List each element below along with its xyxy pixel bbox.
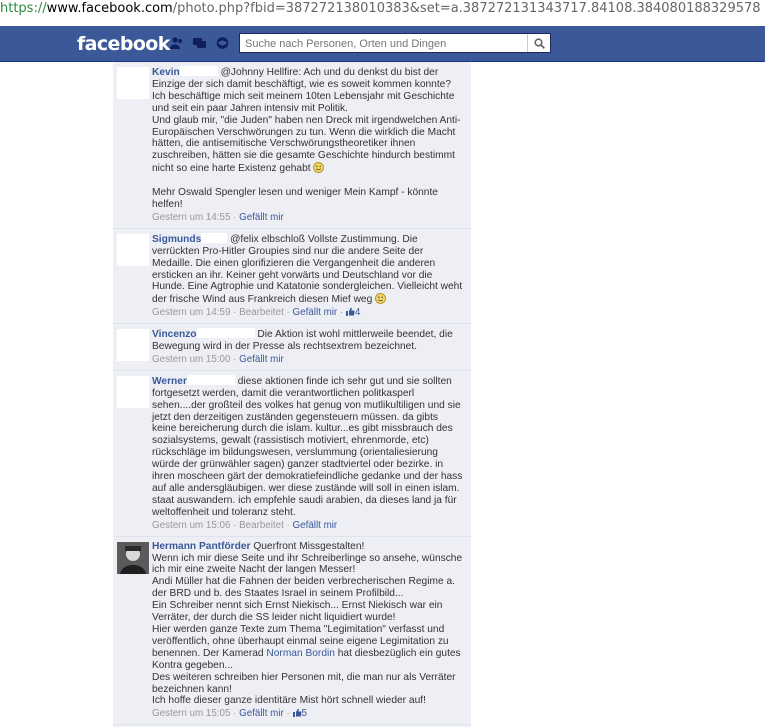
thumbs-up-icon	[345, 307, 355, 317]
mention-link[interactable]: Norman Bordin	[266, 648, 335, 659]
avatar[interactable]	[117, 375, 149, 408]
thumbs-up-icon	[292, 708, 301, 718]
notifications-icon[interactable]	[216, 37, 229, 49]
comment-text: Querfront Missgestalten! Wenn ich mir di…	[152, 540, 463, 659]
redacted-surname	[179, 66, 218, 76]
like-link[interactable]: Gefällt mir	[293, 520, 338, 531]
comment-item: Sigmunds @felix elbschloß Vollste Zustim…	[113, 229, 471, 325]
comment-author[interactable]: Hermann Pantförder	[152, 541, 251, 552]
separator: ·	[283, 307, 293, 319]
avatar[interactable]	[117, 67, 149, 99]
comment-time[interactable]: Gestern um 15:00	[152, 354, 230, 365]
comment-text: @Johnny Hellfire: Ach und du denkst du b…	[152, 67, 461, 175]
edited-label[interactable]: Bearbeitet	[239, 307, 284, 318]
comment-meta: Gestern um 15:06 · Bearbeitet · Gefällt …	[152, 520, 465, 532]
messages-icon[interactable]	[193, 37, 206, 49]
comment-author[interactable]: Vincenzo	[152, 329, 197, 340]
profile-photo	[117, 541, 149, 574]
comment-time[interactable]: Gestern um 15:05	[152, 708, 230, 719]
comment-author[interactable]: Kevin	[152, 67, 180, 78]
search-input[interactable]	[245, 36, 525, 52]
edited-label[interactable]: Bearbeitet	[239, 520, 284, 531]
friend-requests-icon[interactable]	[170, 37, 183, 49]
address-bar[interactable]: https://www.facebook.com/photo.php?fbid=…	[0, 0, 765, 20]
facebook-top-bar: facebook	[0, 26, 765, 62]
url-scheme: https://	[0, 1, 47, 16]
like-count[interactable]: 5	[292, 708, 307, 720]
separator: ·	[230, 708, 240, 720]
comment-text-continued: Mehr Oswald Spengler lesen und weniger M…	[152, 187, 438, 210]
separator: ·	[230, 211, 240, 223]
avatar[interactable]	[117, 233, 149, 266]
url-host: www.facebook.com	[46, 1, 173, 16]
comment-meta: Gestern um 15:05 · Gefällt mir · 5	[152, 708, 465, 720]
like-link[interactable]: Gefällt mir	[293, 307, 338, 318]
smiley-icon	[313, 162, 325, 174]
redacted-surname	[201, 232, 228, 243]
comment-item: Werner diese aktionen finde ich sehr gut…	[113, 371, 471, 537]
search-button[interactable]	[527, 34, 550, 52]
separator: ·	[283, 708, 293, 720]
separator: ·	[230, 519, 240, 531]
comment-text: diese aktionen finde ich sehr gut und si…	[152, 375, 466, 518]
separator: ·	[283, 519, 293, 531]
like-count-value: 5	[301, 708, 307, 720]
like-link[interactable]: Gefällt mir	[239, 708, 284, 719]
comment-time[interactable]: Gestern um 14:59	[152, 307, 230, 318]
comment-item: Hermann Pantförder Querfront Missgestalt…	[113, 537, 471, 726]
comment-time[interactable]: Gestern um 15:06	[152, 520, 230, 531]
like-link[interactable]: Gefällt mir	[239, 212, 284, 223]
comment-meta: Gestern um 14:59 · Bearbeitet · Gefällt …	[152, 307, 465, 319]
comment-author[interactable]: Sigmunds	[152, 234, 201, 245]
like-count-value: 4	[354, 307, 361, 319]
comment-author[interactable]: Werner	[152, 376, 187, 387]
search-box[interactable]	[239, 33, 551, 53]
avatar[interactable]	[117, 541, 149, 574]
search-icon	[533, 37, 545, 49]
facebook-logo[interactable]: facebook	[77, 33, 170, 55]
comment-time[interactable]: Gestern um 14:55	[152, 212, 230, 223]
separator: ·	[337, 307, 346, 319]
comment-item: Vincenzo Die Aktion ist wohl mittlerweil…	[113, 324, 471, 371]
comment-list: Kevin @Johnny Hellfire: Ach und du denks…	[113, 62, 471, 727]
comment-meta: Gestern um 14:55 · Gefällt mir	[152, 212, 465, 224]
separator: ·	[230, 307, 240, 319]
url-path: /photo.php?fbid=387272138010383&set=a.38…	[172, 1, 761, 16]
like-link[interactable]: Gefällt mir	[239, 354, 284, 365]
redacted-surname	[186, 374, 235, 385]
avatar[interactable]	[117, 329, 149, 362]
separator: ·	[230, 353, 240, 365]
smiley-icon	[375, 293, 387, 305]
comment-meta: Gestern um 15:00 · Gefällt mir	[152, 354, 465, 366]
redacted-surname	[196, 328, 255, 339]
like-count[interactable]: 4	[345, 307, 361, 319]
comment-item: Kevin @Johnny Hellfire: Ach und du denks…	[113, 62, 471, 229]
